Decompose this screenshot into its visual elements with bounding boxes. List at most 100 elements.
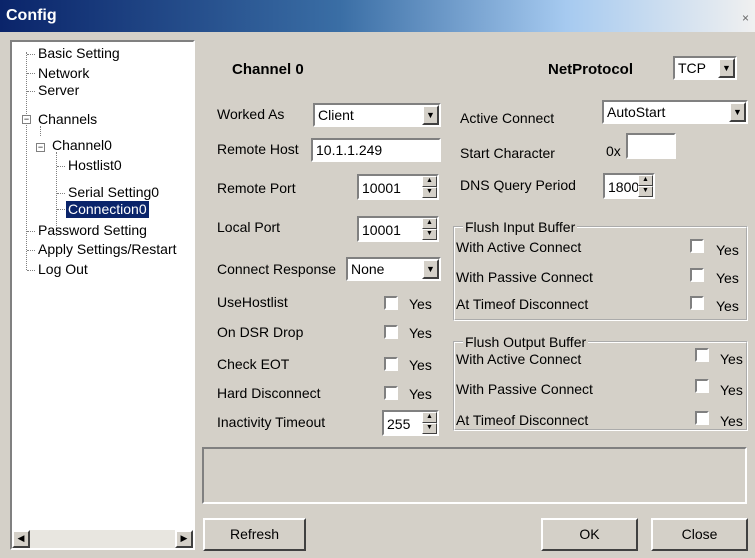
check-eot-yes: Yes [409, 357, 432, 373]
start-character-input[interactable] [626, 133, 676, 159]
tree-line [57, 209, 65, 210]
spin-down-icon[interactable]: ▼ [638, 186, 653, 197]
chevron-down-icon[interactable]: ▼ [422, 259, 439, 279]
status-panel [202, 447, 747, 504]
spin-up-icon[interactable]: ▲ [422, 218, 437, 229]
spinner-buttons[interactable]: ▲ ▼ [638, 175, 653, 197]
tree-item-hostlist0[interactable]: Hostlist0 [68, 157, 122, 174]
spin-down-icon[interactable]: ▼ [422, 423, 437, 434]
tree-line [27, 231, 35, 232]
spinner-buttons[interactable]: ▲ ▼ [422, 176, 437, 198]
dns-query-spinner[interactable]: 1800 ▲ ▼ [603, 173, 655, 199]
on-dsr-drop-checkbox[interactable] [384, 325, 398, 339]
hard-disconnect-label: Hard Disconnect [217, 385, 321, 401]
spin-up-icon[interactable]: ▲ [422, 176, 437, 187]
connect-response-label: Connect Response [217, 261, 337, 277]
horizontal-scrollbar[interactable]: ◀ ▶ [12, 530, 193, 548]
tree-item-network[interactable]: Network [38, 65, 89, 82]
use-hostlist-label: UseHostlist [217, 294, 288, 310]
tree-line [26, 52, 27, 270]
refresh-button[interactable]: Refresh [203, 518, 306, 551]
local-port-value: 10001 [362, 222, 401, 238]
scroll-left-icon[interactable]: ◀ [12, 530, 30, 548]
spinner-buttons[interactable]: ▲ ▼ [422, 412, 437, 434]
remote-host-label: Remote Host [217, 141, 299, 157]
remote-host-value: 10.1.1.249 [316, 142, 383, 158]
config-window: Config × Basic Setting Network Server − … [0, 0, 755, 558]
inactivity-timeout-value: 255 [387, 416, 411, 432]
active-connect-select[interactable]: AutoStart ▼ [602, 100, 748, 124]
scroll-right-icon[interactable]: ▶ [175, 530, 193, 548]
tree-line [27, 270, 35, 271]
worked-as-select[interactable]: Client ▼ [313, 103, 441, 127]
flush-input-passive-yes: Yes [716, 270, 739, 286]
spin-down-icon[interactable]: ▼ [422, 187, 437, 198]
inactivity-timeout-spinner[interactable]: 255 ▲ ▼ [382, 410, 439, 436]
check-eot-checkbox[interactable] [384, 357, 398, 371]
on-dsr-drop-label: On DSR Drop [217, 324, 304, 340]
chevron-down-icon[interactable]: ▼ [729, 102, 746, 122]
tree-item-basic-setting[interactable]: Basic Setting [38, 45, 120, 62]
worked-as-label: Worked As [217, 106, 285, 122]
flush-input-disconnect-checkbox[interactable] [690, 296, 704, 310]
tree-line [57, 193, 65, 194]
flush-input-disconnect-yes: Yes [716, 298, 739, 314]
flush-input-active-label: With Active Connect [456, 239, 582, 255]
local-port-spinner[interactable]: 10001 ▲ ▼ [357, 216, 439, 242]
tree-item-serial-setting0[interactable]: Serial Setting0 [68, 184, 194, 201]
local-port-label: Local Port [217, 219, 281, 235]
tree-item-channel0[interactable]: Channel0 [52, 137, 112, 154]
flush-input-active-checkbox[interactable] [690, 239, 704, 253]
spin-down-icon[interactable]: ▼ [422, 229, 437, 240]
remote-port-spinner[interactable]: 10001 ▲ ▼ [357, 174, 439, 200]
tree-line [27, 73, 35, 74]
remote-host-input[interactable]: 10.1.1.249 [311, 138, 441, 162]
net-protocol-label: NetProtocol [548, 61, 634, 78]
chevron-down-icon[interactable]: ▼ [422, 105, 439, 125]
channel-title: Channel 0 [232, 61, 304, 78]
chevron-down-icon[interactable]: ▼ [718, 58, 735, 78]
start-character-prefix: 0x [606, 143, 621, 159]
use-hostlist-checkbox[interactable] [384, 296, 398, 310]
flush-input-passive-checkbox[interactable] [690, 268, 704, 282]
flush-output-passive-checkbox[interactable] [695, 379, 709, 393]
hard-disconnect-checkbox[interactable] [384, 386, 398, 400]
active-connect-value: AutoStart [607, 104, 666, 120]
check-eot-label: Check EOT [217, 356, 290, 372]
close-icon[interactable]: × [742, 12, 749, 24]
remote-port-value: 10001 [362, 180, 401, 196]
tree-line [27, 91, 35, 92]
tree-item-channels[interactable]: Channels [38, 111, 97, 128]
spinner-buttons[interactable]: ▲ ▼ [422, 218, 437, 240]
remote-port-label: Remote Port [217, 180, 296, 196]
tree-item-apply-settings[interactable]: Apply Settings/Restart [38, 241, 192, 258]
flush-output-disconnect-yes: Yes [720, 413, 743, 429]
worked-as-value: Client [318, 107, 354, 123]
active-connect-label: Active Connect [460, 110, 555, 126]
tree-item-password-setting[interactable]: Password Setting [38, 222, 147, 239]
on-dsr-drop-yes: Yes [409, 325, 432, 341]
title-bar[interactable]: Config × [0, 0, 755, 32]
flush-output-active-checkbox[interactable] [695, 348, 709, 362]
ok-button[interactable]: OK [541, 518, 638, 551]
connect-response-select[interactable]: None ▼ [346, 257, 441, 281]
flush-output-disconnect-label: At Timeof Disconnect [456, 412, 589, 428]
tree-item-server[interactable]: Server [38, 82, 79, 99]
spin-up-icon[interactable]: ▲ [422, 412, 437, 423]
flush-output-passive-yes: Yes [720, 382, 743, 398]
collapse-icon[interactable]: − [36, 143, 45, 152]
spin-up-icon[interactable]: ▲ [638, 175, 653, 186]
flush-output-passive-label: With Passive Connect [456, 381, 593, 397]
hard-disconnect-yes: Yes [409, 386, 432, 402]
net-protocol-select[interactable]: TCP ▼ [673, 56, 737, 80]
dns-query-value: 1800 [608, 179, 640, 195]
navigation-tree: Basic Setting Network Server − Channels … [10, 40, 195, 550]
flush-input-passive-label: With Passive Connect [456, 269, 593, 285]
close-button[interactable]: Close [651, 518, 748, 551]
use-hostlist-yes: Yes [409, 296, 432, 312]
tree-item-connection0[interactable]: Connection0 [66, 201, 149, 218]
flush-input-legend: Flush Input Buffer [463, 219, 578, 235]
flush-output-disconnect-checkbox[interactable] [695, 411, 709, 425]
collapse-icon[interactable]: − [22, 115, 31, 124]
tree-item-log-out[interactable]: Log Out [38, 261, 88, 278]
